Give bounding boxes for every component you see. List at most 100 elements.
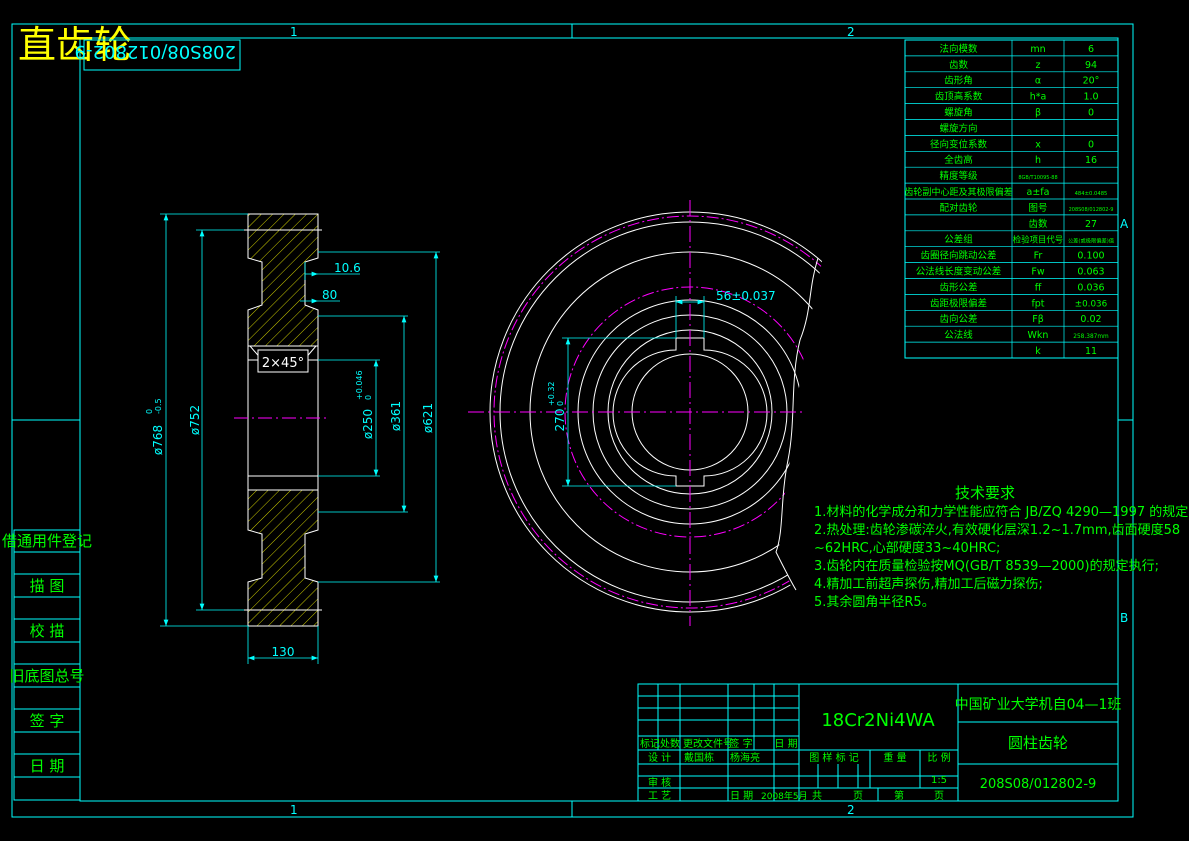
tb-designer2: 杨海亮	[730, 751, 760, 764]
zone-col-2-bottom: 2	[847, 803, 855, 817]
param-cell-13-2: 0.100	[1077, 251, 1104, 262]
tech-title: 技术要求	[955, 484, 1015, 502]
tech-line-1: 2.热处理:齿轮渗碳淬火,有效硬化层深1.2~1.7mm,齿面硬度58	[814, 522, 1180, 538]
tb-material: 18Cr2Ni4WA	[821, 710, 935, 731]
param-cell-16-1: fpt	[1031, 298, 1044, 309]
side-panel: 借通用件登记 描 图 校 描 旧底图总号 签 字 日 期	[2, 529, 92, 801]
side-item-0: 借通用件登记	[2, 532, 92, 550]
param-cell-11-1: 齿数	[1028, 218, 1048, 230]
param-cell-9-0: 齿轮副中心距及其极限偏差	[904, 186, 1012, 198]
param-cell-13-1: Fr	[1034, 251, 1043, 262]
dim-chamfer: 2×45°	[262, 356, 304, 371]
param-cell-19-1: k	[1035, 346, 1041, 357]
tb-sheet-total: 共	[812, 790, 822, 802]
dim-groove-10: 10.6	[334, 261, 361, 275]
rotated-drawing-number: 208S08/012802-9	[75, 41, 236, 62]
dim-keyway-depth: 270	[553, 409, 567, 432]
tb-header-1: 处数	[660, 737, 680, 750]
param-cell-7-2: 16	[1085, 155, 1097, 166]
side-item-4: 签 字	[30, 712, 65, 730]
param-cell-8-1: 8GB/T10095-88	[1018, 175, 1057, 181]
dim-keyway-width: 56±0.037	[716, 289, 776, 303]
zone-col-1: 1	[290, 25, 298, 39]
tb-header-3: 签 字	[729, 737, 752, 750]
tb-drawing-number: 208S08/012802-9	[980, 777, 1097, 792]
param-cell-13-0: 齿圈径向跳动公差	[920, 250, 996, 262]
param-cell-19-2: 11	[1085, 346, 1097, 357]
param-cell-17-1: Fβ	[1032, 314, 1044, 325]
param-cell-17-0: 齿向公差	[939, 313, 977, 325]
side-item-5: 日 期	[30, 757, 65, 775]
param-cell-16-2: ±0.036	[1075, 299, 1108, 309]
tb-designer: 戴国栋	[684, 751, 714, 764]
dim-d-bore-upper: +0.046	[355, 370, 364, 400]
dim-d-bore-lower: 0	[364, 395, 373, 400]
dim-d-bore: ø250	[361, 409, 375, 439]
tb-header-4: 日 期	[774, 738, 797, 750]
front-dimension-text: 56±0.037 270 +0.32 0	[547, 289, 776, 431]
tb-stage-1: 重 量	[883, 751, 906, 764]
param-cell-12-1: 检验项目代号	[1013, 235, 1063, 245]
dim-d-root: ø752	[188, 405, 202, 435]
tb-header-0: 标记	[640, 738, 660, 750]
param-cell-1-0: 齿数	[949, 59, 969, 71]
param-cell-15-2: 0.036	[1077, 282, 1104, 293]
param-cell-15-0: 齿形公差	[939, 281, 977, 293]
side-item-1: 描 图	[30, 577, 65, 595]
tech-line-0: 1.材料的化学成分和力学性能应符合 JB/ZQ 4290—1997 的规定;	[814, 504, 1189, 520]
tb-date-label: 日 期	[730, 790, 753, 802]
param-cell-0-0: 法向模数	[939, 43, 978, 55]
tech-line-4: 4.精加工前超声探伤,精加工后磁力探伤;	[814, 576, 1043, 592]
tb-date-value: 2008年5月	[761, 790, 808, 802]
tb-sheet-unit1: 页	[853, 790, 863, 802]
param-cell-8-0: 精度等级	[939, 170, 978, 182]
dim-d-tip: ø768	[151, 425, 165, 455]
dim-d-tip-lower: -0.5	[154, 398, 163, 414]
side-item-3: 旧底图总号	[9, 667, 84, 685]
param-cell-9-2: 484±0.0485	[1075, 191, 1108, 197]
title-block: 18Cr2Ni4WA 中国矿业大学机自04—1班 圆柱齿轮 208S08/012…	[637, 683, 1121, 802]
param-cell-7-0: 全齿高	[944, 154, 973, 166]
tech-line-3: 3.齿轮内在质量检验按MQ(GB/T 8539—2000)的规定执行;	[814, 558, 1159, 574]
zone-col-1-bottom: 1	[290, 803, 298, 817]
dim-keyway-depth-upper: +0.32	[547, 381, 556, 406]
param-cell-12-2: 公差(或极限偏差)值	[1068, 237, 1115, 245]
param-cell-11-2: 27	[1085, 219, 1097, 230]
param-cell-18-2: 258.387mm	[1073, 334, 1109, 340]
tb-row-review: 审 核	[648, 776, 671, 789]
front-dimensions	[562, 296, 705, 487]
param-cell-3-0: 齿顶高系数	[935, 91, 983, 103]
engineering-drawing: 1 2 1 2 A B 直齿轮 208S08/012802-9 借通用件登记 描…	[2, 23, 1189, 818]
param-cell-17-2: 0.02	[1080, 314, 1101, 325]
dim-d-web: ø621	[421, 403, 435, 433]
gear-section-view: 2×45°	[234, 213, 330, 627]
param-cell-1-1: z	[1036, 60, 1041, 71]
dim-groove-80: 80	[322, 288, 337, 302]
tb-sheet-unit2: 页	[934, 790, 944, 802]
tb-stage-2: 比 例	[927, 751, 950, 764]
tb-scale: 1:5	[931, 775, 947, 786]
tb-sheet-no: 第	[894, 789, 904, 802]
param-cell-6-0: 径向变位系数	[930, 138, 988, 150]
param-cell-7-1: h	[1035, 155, 1041, 166]
param-cell-3-1: h*a	[1030, 92, 1047, 103]
param-cell-6-2: 0	[1088, 139, 1094, 150]
param-cell-9-1: a±fa	[1027, 187, 1050, 198]
param-cell-15-1: ff	[1035, 282, 1042, 293]
param-cell-10-1: 图号	[1028, 203, 1047, 214]
param-cell-2-0: 齿形角	[944, 75, 973, 87]
param-cell-0-1: mn	[1030, 44, 1045, 55]
side-item-2: 校 描	[30, 622, 65, 640]
zone-col-2: 2	[847, 25, 855, 39]
tb-header-2: 更改文件号	[683, 737, 733, 750]
param-cell-12-0: 公差组	[944, 234, 973, 246]
tb-stage-0: 图 样 标 记	[809, 751, 859, 764]
tb-row-design: 设 计	[648, 751, 671, 764]
param-cell-10-0: 配对齿轮	[939, 202, 978, 214]
param-cell-3-2: 1.0	[1083, 92, 1098, 103]
dim-keyway-depth-lower: 0	[556, 401, 565, 406]
tb-part-name: 圆柱齿轮	[1008, 734, 1068, 752]
dim-width: 130	[272, 645, 295, 659]
param-cell-18-1: Wkn	[1028, 330, 1049, 341]
param-cell-18-0: 公法线	[944, 329, 973, 341]
